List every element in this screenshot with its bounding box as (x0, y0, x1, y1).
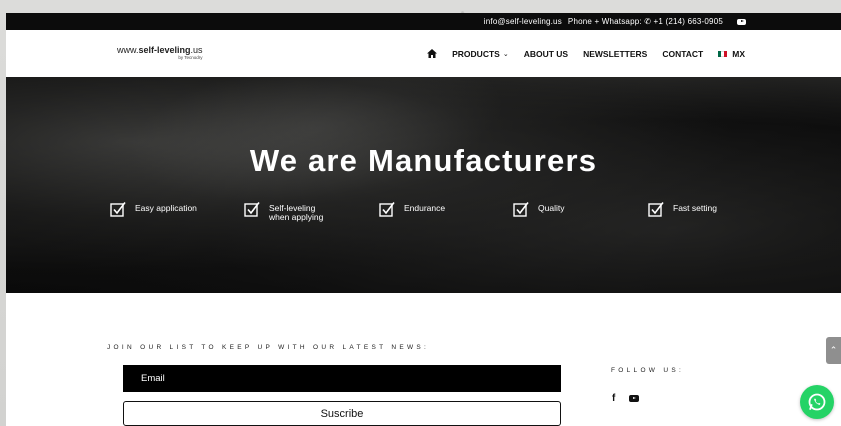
site-logo[interactable]: www.self-leveling.us by Tecnodry (117, 46, 203, 61)
subscribe-button[interactable]: Suscribe (123, 401, 561, 426)
email-field[interactable] (123, 365, 561, 392)
checkbox-check-icon (513, 202, 529, 217)
nav-contact[interactable]: CONTACT (662, 49, 703, 59)
newsletter-heading: JOIN OUR LIST TO KEEP UP WITH OUR LATEST… (107, 344, 430, 351)
nav-language-mx[interactable]: MX (718, 49, 745, 59)
hero-title: We are Manufacturers (249, 143, 598, 178)
feature-list: Easy application Self-leveling when apply… (6, 202, 841, 234)
checkbox-check-icon (379, 202, 395, 217)
checkbox-check-icon (648, 202, 664, 217)
home-icon (427, 49, 438, 58)
follow-us-heading: FOLLOW US: (611, 367, 685, 374)
feature-endurance: Endurance (379, 202, 445, 217)
mexico-flag-icon (718, 50, 728, 57)
site-header: www.self-leveling.us by Tecnodry PRODUCT… (6, 30, 841, 77)
feature-self-leveling: Self-leveling when applying (244, 202, 323, 222)
social-links: f (612, 393, 640, 404)
feature-quality: Quality (513, 202, 564, 217)
youtube-icon[interactable] (629, 395, 640, 402)
newsletter-section: JOIN OUR LIST TO KEEP UP WITH OUR LATEST… (6, 293, 841, 426)
feature-fast-setting: Fast setting (648, 202, 717, 217)
website-page: info@self-leveling.us Phone + Whatsapp: … (6, 13, 841, 426)
logo-text: www.self-leveling.us (117, 45, 203, 56)
nav-newsletters[interactable]: NEWSLETTERS (583, 49, 647, 59)
top-contact-bar: info@self-leveling.us Phone + Whatsapp: … (6, 13, 841, 30)
nav-home[interactable] (427, 49, 438, 58)
checkbox-check-icon (244, 202, 260, 217)
contact-phone-link[interactable]: Phone + Whatsapp: ✆ +1 (214) 663-0905 (568, 17, 723, 26)
chevron-up-icon: ⌃ (829, 345, 838, 355)
logo-tagline: by Tecnodry (178, 55, 203, 61)
chevron-down-icon: ⌄ (502, 50, 509, 58)
whatsapp-chat-button[interactable] (800, 385, 834, 419)
facebook-icon[interactable]: f (612, 393, 615, 404)
contact-email-link[interactable]: info@self-leveling.us (484, 17, 562, 26)
checkbox-check-icon (110, 202, 126, 217)
nav-about-us[interactable]: ABOUT US (524, 49, 568, 59)
main-nav: PRODUCTS ⌄ ABOUT US NEWSLETTERS CONTACT … (427, 49, 745, 59)
nav-products[interactable]: PRODUCTS ⌄ (452, 49, 509, 59)
scroll-to-top-button[interactable]: ⌃ (826, 337, 841, 364)
youtube-icon[interactable] (737, 18, 746, 25)
hero-banner: We are Manufacturers Easy application Se… (6, 77, 841, 293)
whatsapp-icon (808, 393, 826, 411)
feature-easy-application: Easy application (110, 202, 197, 217)
